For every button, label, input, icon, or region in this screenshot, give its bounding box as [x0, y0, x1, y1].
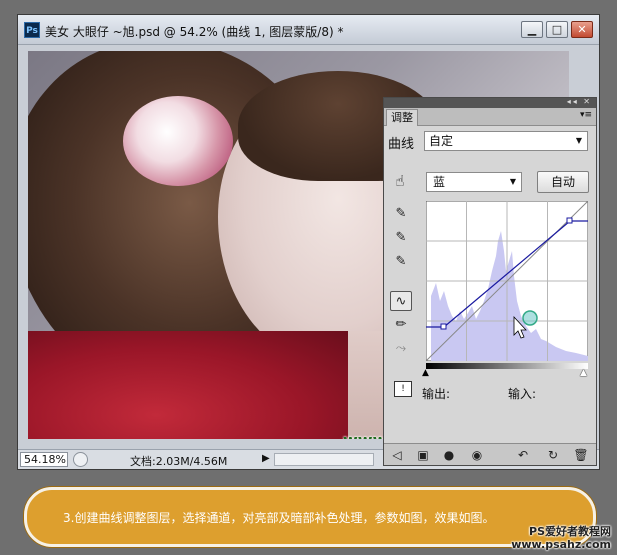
channel-value: 蓝 — [433, 175, 446, 189]
panel-menu-icon[interactable]: ▾≡ — [580, 110, 592, 120]
photoshop-icon: Ps — [24, 22, 40, 38]
status-menu-arrow-icon[interactable]: ▶ — [262, 453, 270, 464]
caption-text: 3.创建曲线调整图层，选择通道，对亮部及暗部补色处理，参数如图，效果如图。 — [63, 511, 495, 525]
site-name: PS爱好者教程网 — [529, 525, 611, 538]
chevron-down-icon: ▼ — [509, 177, 516, 186]
input-gradient-bar — [426, 363, 588, 369]
gray-point-eyedropper-icon[interactable]: ✎ — [390, 228, 412, 248]
horizontal-scrollbar[interactable] — [274, 453, 374, 466]
visibility-eye-icon[interactable]: ◉ — [468, 446, 486, 464]
document-size-info: 文档:2.03M/4.56M — [130, 455, 228, 468]
document-title: 美女 大眼仔 ~旭.psd @ 54.2% (曲线 1, 图层蒙版/8) * — [45, 25, 344, 39]
zoom-field[interactable]: 54.18% — [20, 452, 68, 467]
panel-collapse-controls[interactable]: ◂◂ ✕ — [567, 97, 592, 106]
photo-hair-flower — [123, 96, 233, 186]
black-point-eyedropper-icon[interactable]: ✎ — [390, 204, 412, 224]
clip-to-layer-icon[interactable]: ● — [440, 446, 458, 464]
smooth-curve-icon[interactable]: ⤳ — [390, 339, 412, 359]
window-controls: ▁ □ ✕ — [521, 21, 593, 38]
tab-adjustments[interactable]: 调整 — [386, 109, 418, 126]
adjustments-panel: ◂◂ ✕ 调整 ▾≡ 曲线 自定 ▼ ☝ 蓝 ▼ 自动 ✎ ✎ ✎ ∿ ✏ ⤳ — [383, 97, 597, 466]
preset-value: 自定 — [429, 134, 454, 148]
minimize-button[interactable]: ▁ — [521, 21, 543, 38]
preset-label: 曲线 — [388, 137, 415, 152]
expanded-view-icon[interactable]: ▣ — [414, 446, 432, 464]
site-watermark: PS爱好者教程网 www.psahz.com — [511, 525, 611, 551]
input-label: 输入: — [508, 387, 537, 401]
maximize-button[interactable]: □ — [546, 21, 568, 38]
delete-trash-icon[interactable]: 🗑 — [572, 446, 590, 464]
target-cursor-icon — [522, 310, 538, 326]
panel-tabbar: 调整 ▾≡ — [384, 108, 596, 126]
auto-button[interactable]: 自动 — [537, 171, 589, 193]
white-point-slider[interactable]: ▲ — [580, 368, 587, 378]
document-titlebar[interactable]: Ps 美女 大眼仔 ~旭.psd @ 54.2% (曲线 1, 图层蒙版/8) … — [18, 15, 599, 45]
close-button[interactable]: ✕ — [571, 21, 593, 38]
photo-kimono — [28, 331, 348, 439]
curve-point-tool-icon[interactable]: ∿ — [390, 291, 412, 311]
status-icon[interactable] — [73, 452, 88, 467]
curve-point — [440, 323, 447, 330]
clipping-warning-icon[interactable]: ! — [394, 381, 412, 397]
panel-grip[interactable]: ◂◂ ✕ — [384, 97, 596, 108]
chevron-down-icon: ▼ — [575, 136, 582, 145]
reset-icon[interactable]: ↻ — [544, 446, 562, 464]
pencil-draw-icon[interactable]: ✏ — [390, 315, 412, 335]
view-previous-state-icon[interactable]: ↶ — [514, 446, 532, 464]
on-image-adjust-icon[interactable]: ☝ — [390, 171, 410, 191]
panel-bottom-toolbar: ◁ ▣ ● ◉ ↶ ↻ 🗑 — [384, 443, 596, 465]
preset-dropdown[interactable]: 自定 ▼ — [424, 131, 588, 151]
site-url: www.psahz.com — [511, 538, 611, 551]
curve-point — [566, 217, 573, 224]
channel-dropdown[interactable]: 蓝 ▼ — [426, 172, 522, 192]
black-point-slider[interactable]: ▲ — [422, 368, 429, 378]
return-to-list-icon[interactable]: ◁ — [388, 446, 406, 464]
curves-graph[interactable] — [426, 201, 588, 361]
output-label: 输出: — [422, 387, 451, 401]
white-point-eyedropper-icon[interactable]: ✎ — [390, 252, 412, 272]
